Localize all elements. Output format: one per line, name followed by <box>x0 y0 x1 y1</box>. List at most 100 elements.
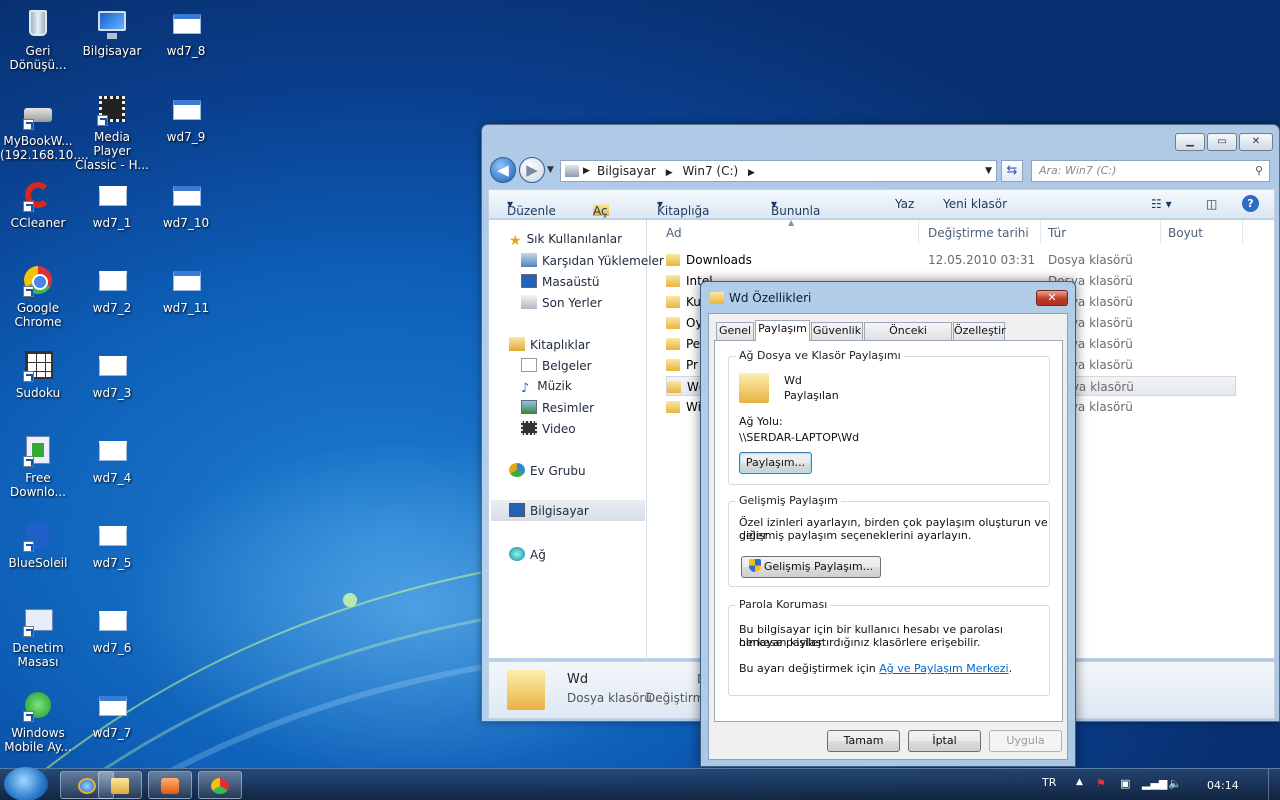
include-in-library-menu[interactable]: Kitaplığa ekle ▾ <box>657 197 710 232</box>
breadcrumb-computer[interactable]: Bilgisayar <box>597 164 656 178</box>
desktop-icon-mybook[interactable]: MyBookW... (192.168.10.... <box>0 96 89 162</box>
view-options-icon[interactable]: ☷ ▾ <box>1151 197 1172 211</box>
nav-desktop[interactable]: Masaüstü <box>521 274 599 289</box>
desktop-icon-windows-mobile[interactable]: Windows Mobile Ay... <box>0 688 76 754</box>
desktop-icon-ccleaner[interactable]: CCleaner <box>0 178 76 230</box>
action-center-icon[interactable]: ⚑ <box>1096 777 1106 790</box>
desktop-icon-bluesoleil[interactable]: BlueSoleil <box>0 518 76 570</box>
table-row[interactable]: Downloads 12.05.2010 03:31 Dosya klasörü <box>666 250 1236 270</box>
shared-folder-icon <box>739 373 769 403</box>
desktop-icon-wd7-2[interactable]: wd7_2 <box>74 263 150 315</box>
window-screenshot-icon <box>169 6 203 40</box>
search-input[interactable]: Ara: Win7 (C:) ⚲ <box>1031 160 1270 182</box>
desktop-icon-wd7-1[interactable]: wd7_1 <box>74 178 150 230</box>
print-button[interactable]: Yaz <box>895 197 914 211</box>
nav-pictures[interactable]: Resimler <box>521 400 594 415</box>
forward-button[interactable]: ▶ <box>519 157 545 183</box>
tab-previous-versions[interactable]: Önceki Sürümler <box>864 322 952 353</box>
network-signal-icon[interactable]: ▂▄▆ <box>1142 777 1167 790</box>
desktop-icon-wd7-6[interactable]: wd7_6 <box>74 603 150 655</box>
nav-computer[interactable]: Bilgisayar <box>491 500 645 521</box>
desktop-icon-free-download[interactable]: Free Downlo... <box>0 433 76 499</box>
taskbar-chrome[interactable] <box>198 771 242 799</box>
pictures-icon <box>521 400 537 414</box>
column-header-name[interactable]: Ad <box>666 226 682 240</box>
taskbar-explorer[interactable] <box>98 771 142 799</box>
show-desktop-button[interactable] <box>1268 769 1280 800</box>
minimize-button[interactable]: ▁ <box>1175 133 1205 151</box>
clock[interactable]: 04:14 <box>1207 779 1239 792</box>
desktop-icon-wd7-11[interactable]: wd7_11 <box>148 263 224 315</box>
tab-sharing[interactable]: Paylaşım <box>755 320 810 341</box>
folder-icon <box>666 296 680 308</box>
desktop-icon-wd7-10[interactable]: wd7_10 <box>148 178 224 230</box>
desktop-icon-wd7-4[interactable]: wd7_4 <box>74 433 150 485</box>
preview-pane-icon[interactable]: ◫ <box>1206 197 1217 211</box>
window-screenshot-icon <box>95 518 129 552</box>
network-center-link[interactable]: Ağ ve Paylaşım Merkezi <box>879 662 1008 675</box>
command-bar: Düzenle ▾ Aç Kitaplığa ekle ▾ Bununla pa… <box>488 189 1275 232</box>
desktop-icon-wd7-3[interactable]: wd7_3 <box>74 348 150 400</box>
close-dialog-button[interactable]: ✕ <box>1036 290 1068 306</box>
window-screenshot-icon <box>169 92 203 126</box>
desktop-icon-wd7-8[interactable]: wd7_8 <box>148 6 224 58</box>
tab-security[interactable]: Güvenlik <box>811 322 863 340</box>
nav-recent[interactable]: Son Yerler <box>521 295 602 310</box>
column-header-type[interactable]: Tür <box>1048 226 1066 240</box>
nav-documents[interactable]: Belgeler <box>521 358 592 373</box>
help-icon[interactable]: ? <box>1242 195 1259 212</box>
new-folder-button[interactable]: Yeni klasör <box>943 197 1007 211</box>
volume-icon[interactable]: 🔈 <box>1168 777 1182 790</box>
network-icon <box>509 547 525 561</box>
address-bar[interactable]: ▶ Bilgisayar ▶ Win7 (C:) ▶ ▼ <box>560 160 997 182</box>
cancel-button[interactable]: İptal <box>908 730 981 752</box>
desktop-icon-wd7-9[interactable]: wd7_9 <box>148 92 224 144</box>
start-button[interactable] <box>4 767 48 800</box>
nav-network[interactable]: Ağ <box>509 547 546 562</box>
desktop-icon-control-panel[interactable]: Denetim Masası <box>0 603 76 669</box>
ok-button[interactable]: Tamam <box>827 730 900 752</box>
nav-favorites[interactable]: ★ Sık Kullanılanlar <box>509 232 622 249</box>
nav-homegroup[interactable]: Ev Grubu <box>509 463 586 478</box>
libraries-icon <box>509 337 525 351</box>
folder-icon <box>710 292 724 304</box>
folder-icon <box>667 381 681 393</box>
desktop-icon-wd7-7[interactable]: wd7_7 <box>74 688 150 740</box>
homegroup-icon <box>509 463 525 477</box>
tab-customize[interactable]: Özelleştir <box>953 322 1006 340</box>
breadcrumb-drive[interactable]: Win7 (C:) <box>682 164 738 178</box>
desktop-icon-chrome[interactable]: Google Chrome <box>0 263 76 329</box>
tab-general[interactable]: Genel <box>716 322 754 340</box>
share-state: Paylaşılan <box>784 389 839 402</box>
language-indicator[interactable]: TR <box>1042 776 1056 789</box>
address-dropdown-icon[interactable]: ▼ <box>985 161 992 181</box>
show-hidden-icons[interactable]: ▲ <box>1076 777 1083 787</box>
desktop-icon-computer[interactable]: Bilgisayar <box>74 6 150 58</box>
nav-downloads[interactable]: Karşıdan Yüklemeler <box>521 253 664 268</box>
desktop-icon-sudoku[interactable]: Sudoku <box>0 348 76 400</box>
window-screenshot-icon <box>95 178 129 212</box>
nav-video[interactable]: Video <box>521 421 576 436</box>
nav-music[interactable]: ♪ Müzik <box>521 379 572 396</box>
share-with-menu[interactable]: Bununla paylaş ▾ <box>771 197 820 232</box>
folder-icon <box>666 254 680 266</box>
power-icon[interactable]: ▣ <box>1120 777 1130 790</box>
apply-button[interactable]: Uygula <box>989 730 1062 752</box>
desktop-icon-media-player[interactable]: Media Player Classic - H... <box>74 92 150 172</box>
back-button[interactable]: ◀ <box>490 157 516 183</box>
refresh-button[interactable]: ⇆ <box>1001 160 1023 182</box>
maximize-button[interactable]: ▭ <box>1207 133 1237 151</box>
share-button[interactable]: Paylaşım... <box>739 452 812 474</box>
column-header-size[interactable]: Boyut <box>1168 226 1203 240</box>
taskbar-media-player[interactable] <box>148 771 192 799</box>
desktop-icon-recycle-bin[interactable]: Geri Dönüşü... <box>0 6 76 72</box>
bluetooth-icon <box>21 518 55 552</box>
history-dropdown-icon[interactable]: ▼ <box>547 165 554 175</box>
column-header-date[interactable]: Değiştirme tarihi <box>928 226 1029 240</box>
desktop-icon-wd7-5[interactable]: wd7_5 <box>74 518 150 570</box>
organize-menu[interactable]: Düzenle ▾ <box>507 197 556 218</box>
folder-icon <box>666 401 680 413</box>
advanced-sharing-button[interactable]: Gelişmiş Paylaşım... <box>741 556 881 578</box>
nav-libraries[interactable]: Kitaplıklar <box>509 337 590 352</box>
close-window-button[interactable]: ✕ <box>1239 133 1273 151</box>
